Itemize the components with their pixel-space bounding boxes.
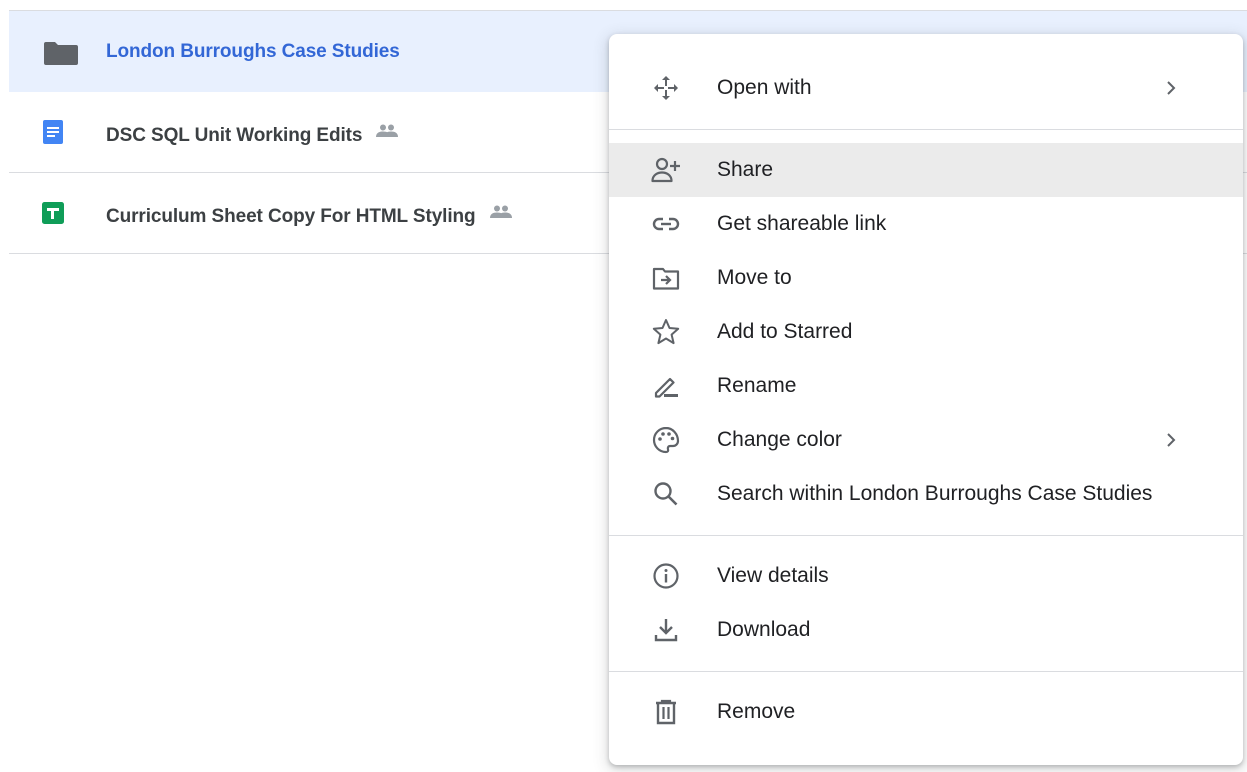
star-icon [651,317,681,347]
drive-screen: London Burroughs Case Studies DSC SQL Un… [0,0,1247,772]
menu-item-label: Search within London Burroughs Case Stud… [717,482,1153,505]
shared-people-icon [489,203,512,218]
shared-people-icon [376,122,399,137]
menu-item-label: Open with [717,76,812,99]
menu-item-change-color[interactable]: Change color [609,413,1243,467]
menu-item-move-to[interactable]: Move to [609,251,1243,305]
menu-item-label: Share [717,158,774,181]
menu-item-get-link[interactable]: Get shareable link [609,197,1243,251]
menu-item-share[interactable]: Share [609,143,1243,197]
file-name-text: Curriculum Sheet Copy For HTML Styling [106,206,476,227]
search-icon [651,479,681,509]
menu-item-label: Remove [717,700,796,723]
menu-item-label: Get shareable link [717,212,887,235]
google-docs-icon [42,120,64,144]
file-name-text: DSC SQL Unit Working Edits [106,125,363,146]
download-icon [651,615,681,645]
menu-item-rename[interactable]: Rename [609,359,1243,413]
chevron-right-icon [1164,430,1178,450]
menu-item-open-with[interactable]: Open with [609,61,1243,115]
menu-item-label: Download [717,618,811,641]
google-sheets-icon [42,202,64,224]
move-to-icon [651,263,681,293]
file-name: Curriculum Sheet Copy For HTML Styling [106,203,512,228]
info-icon [651,561,681,591]
rename-icon [651,371,681,401]
menu-item-add-starred[interactable]: Add to Starred [609,305,1243,359]
menu-item-download[interactable]: Download [609,603,1243,657]
trash-icon [651,697,681,727]
menu-divider [609,535,1243,536]
file-name: DSC SQL Unit Working Edits [106,122,399,147]
menu-item-label: View details [717,564,829,587]
menu-item-label: Rename [717,374,797,397]
open-with-icon [651,73,681,103]
link-icon [651,209,681,239]
menu-item-search-within[interactable]: Search within London Burroughs Case Stud… [609,467,1243,521]
menu-item-view-details[interactable]: View details [609,549,1243,603]
menu-item-label: Add to Starred [717,320,853,343]
chevron-right-icon [1164,78,1178,98]
menu-item-remove[interactable]: Remove [609,685,1243,739]
share-icon [651,155,681,185]
palette-icon [651,425,681,455]
context-menu: Open with Share Get shareable link Move … [609,34,1243,765]
file-name: London Burroughs Case Studies [106,41,400,62]
menu-item-label: Move to [717,266,792,289]
menu-divider [609,129,1243,130]
menu-divider [609,671,1243,672]
folder-icon [42,40,78,65]
menu-item-label: Change color [717,428,842,451]
